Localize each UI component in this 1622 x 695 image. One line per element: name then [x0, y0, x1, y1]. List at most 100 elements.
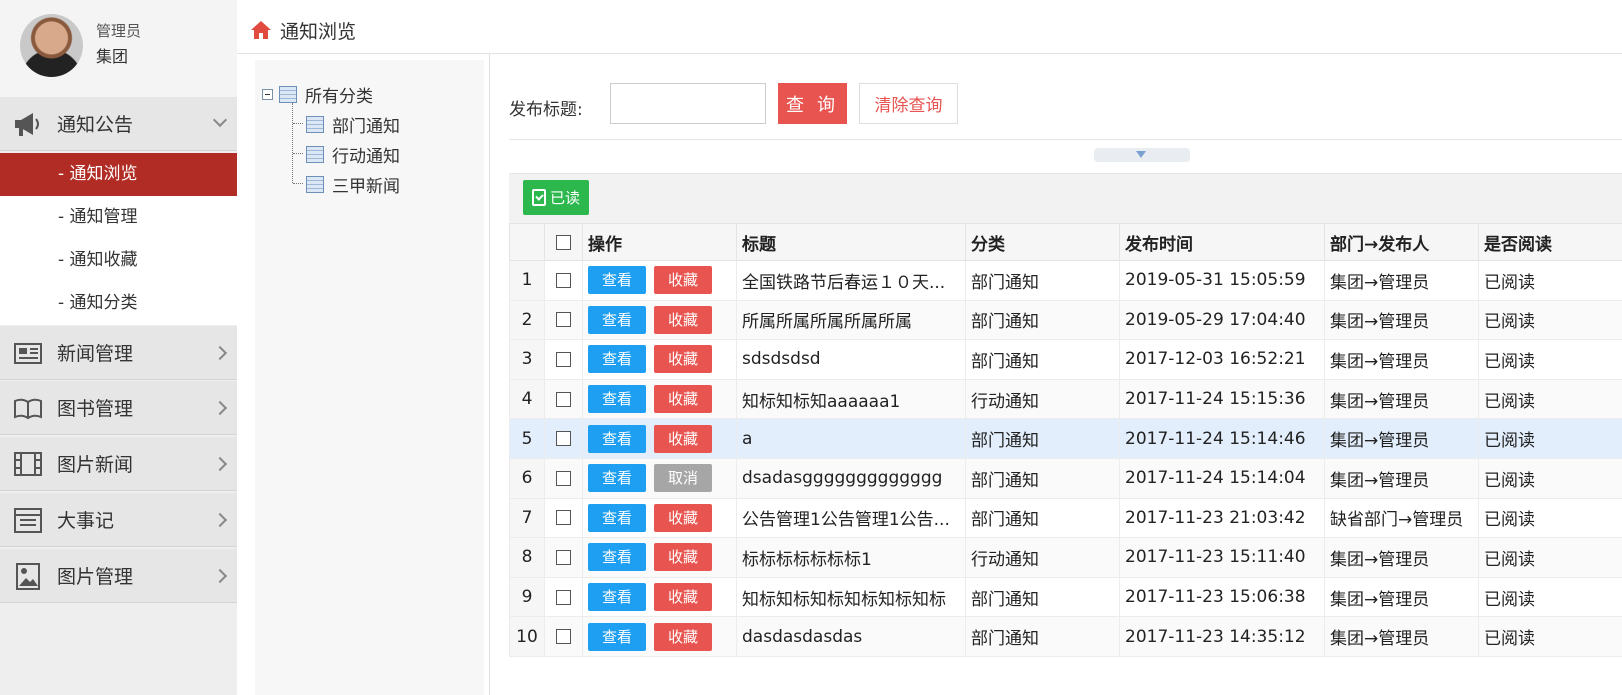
- column-header-actions[interactable]: 操作: [582, 223, 737, 261]
- mark-read-button[interactable]: 已读: [523, 180, 589, 215]
- home-icon: [251, 21, 271, 39]
- row-checkbox[interactable]: [556, 391, 571, 407]
- column-header-category[interactable]: 分类: [965, 223, 1120, 261]
- menu-group-news[interactable]: 新闻管理: [0, 326, 237, 380]
- collapse-icon[interactable]: [262, 89, 273, 100]
- cell-read-status: 已阅读: [1478, 299, 1622, 341]
- cell-time: 2017-11-23 21:03:42: [1119, 497, 1325, 539]
- collapse-handle[interactable]: [1094, 148, 1190, 162]
- cell-category: 部门通知: [965, 616, 1120, 657]
- row-checkbox[interactable]: [556, 589, 571, 605]
- row-checkbox[interactable]: [556, 470, 571, 486]
- favorite-button[interactable]: 收藏: [654, 266, 712, 295]
- menu-item-notice-manage[interactable]: - 通知管理: [0, 196, 237, 239]
- table-row[interactable]: 5 查看 收藏 a 部门通知 2017-11-24 15:14:46 集团→管理员 已阅读: [509, 418, 1622, 459]
- tree-node-action-notice[interactable]: 行动通知: [306, 142, 400, 167]
- cell-read-status: 已阅读: [1478, 260, 1622, 301]
- category-icon: [306, 176, 324, 193]
- favorite-button[interactable]: 收藏: [654, 305, 712, 334]
- column-header-time[interactable]: 发布时间: [1119, 223, 1325, 261]
- view-button[interactable]: 查看: [588, 543, 646, 572]
- row-actions: 查看 收藏: [582, 576, 737, 618]
- select-all-checkbox[interactable]: [556, 234, 571, 250]
- cell-category: 行动通知: [965, 537, 1120, 578]
- view-button[interactable]: 查看: [588, 305, 646, 334]
- cell-title: sdsdsdsd: [736, 339, 966, 380]
- row-checkbox[interactable]: [556, 272, 571, 288]
- menu-group-notice[interactable]: 通知公告: [0, 97, 237, 151]
- column-header-publisher[interactable]: 部门→发布人: [1324, 223, 1479, 261]
- column-header-title[interactable]: 标题: [736, 223, 966, 261]
- select-all-header: [544, 223, 583, 261]
- favorite-button[interactable]: 取消: [654, 464, 712, 493]
- menu-group-images[interactable]: 图片管理: [0, 549, 237, 603]
- row-checkbox[interactable]: [556, 312, 571, 328]
- menu-group-photo-news[interactable]: 图片新闻: [0, 437, 237, 491]
- view-button[interactable]: 查看: [588, 464, 646, 493]
- table-row[interactable]: 4 查看 收藏 知标知标知aaaaaa1 行动通知 2017-11-24 15:15:36…: [509, 378, 1622, 420]
- user-name: 集团: [96, 47, 129, 66]
- row-number: 6: [509, 457, 545, 499]
- cell-title: dasdasdasdas: [736, 616, 966, 657]
- menu-group-label: 新闻管理: [57, 343, 134, 365]
- view-button[interactable]: 查看: [588, 424, 646, 453]
- tree-connector: [292, 103, 293, 183]
- menu-item-notice-favorites[interactable]: - 通知收藏: [0, 239, 237, 282]
- view-button[interactable]: 查看: [588, 385, 646, 414]
- chevron-right-icon: [212, 400, 228, 416]
- tree-node-hospital-news[interactable]: 三甲新闻: [306, 172, 400, 197]
- table-row[interactable]: 7 查看 收藏 公告管理1公告管理1公告... 部门通知 2017-11-23 21:03…: [509, 497, 1622, 539]
- row-actions: 查看 收藏: [582, 260, 737, 301]
- row-checkbox[interactable]: [556, 351, 571, 367]
- favorite-button[interactable]: 收藏: [654, 622, 712, 651]
- cell-category: 部门通知: [965, 418, 1120, 459]
- cell-category: 部门通知: [965, 339, 1120, 380]
- menu-group-label: 大事记: [57, 510, 115, 532]
- tree-node-root[interactable]: 所有分类: [262, 82, 373, 107]
- favorite-button[interactable]: 收藏: [654, 583, 712, 612]
- tree-connector: [293, 183, 303, 184]
- menu-item-notice-browse[interactable]: - 通知浏览: [0, 153, 237, 196]
- row-actions: 查看 取消: [582, 457, 737, 499]
- favorite-button[interactable]: 收藏: [654, 503, 712, 532]
- chevron-right-icon: [212, 456, 228, 472]
- table-row[interactable]: 3 查看 收藏 sdsdsdsd 部门通知 2017-12-03 16:52:21 集团→管…: [509, 339, 1622, 380]
- row-checkbox[interactable]: [556, 431, 571, 447]
- view-button[interactable]: 查看: [588, 622, 646, 651]
- view-button[interactable]: 查看: [588, 266, 646, 295]
- view-button[interactable]: 查看: [588, 503, 646, 532]
- cell-publisher: 集团→管理员: [1324, 576, 1479, 618]
- table-row[interactable]: 9 查看 收藏 知标知标知标知标知标知标 部门通知 2017-11-23 15:06:38…: [509, 576, 1622, 618]
- table-row[interactable]: 1 查看 收藏 全国铁路节后春运１０天... 部门通知 2019-05-31 15:05:…: [509, 260, 1622, 301]
- view-button[interactable]: 查看: [588, 583, 646, 612]
- row-checkbox[interactable]: [556, 629, 571, 645]
- table-row[interactable]: 6 查看 取消 dsadasggggggggggggg 部门通知 2017-11-24 1…: [509, 457, 1622, 499]
- menu-group-events[interactable]: 大事记: [0, 493, 237, 547]
- menu-group-books[interactable]: 图书管理: [0, 381, 237, 435]
- column-header-read-status[interactable]: 是否阅读: [1478, 223, 1622, 261]
- table-row[interactable]: 2 查看 收藏 所属所属所属所属所属 部门通知 2019-05-29 17:04:40 集团…: [509, 299, 1622, 341]
- cell-read-status: 已阅读: [1478, 537, 1622, 578]
- cell-read-status: 已阅读: [1478, 418, 1622, 459]
- title-search-input[interactable]: [610, 83, 766, 124]
- row-checkbox[interactable]: [556, 510, 571, 526]
- favorite-button[interactable]: 收藏: [654, 345, 712, 374]
- favorite-button[interactable]: 收藏: [654, 543, 712, 572]
- category-icon: [279, 86, 297, 103]
- cell-time: 2019-05-31 15:05:59: [1119, 260, 1325, 301]
- row-checkbox[interactable]: [556, 549, 571, 565]
- favorite-button[interactable]: 收藏: [654, 385, 712, 414]
- avatar[interactable]: [20, 14, 83, 77]
- view-button[interactable]: 查看: [588, 345, 646, 374]
- menu-item-notice-category[interactable]: - 通知分类: [0, 282, 237, 325]
- divider: [509, 139, 1622, 140]
- table-row[interactable]: 10 查看 收藏 dasdasdasdas 部门通知 2017-11-23 14:35:1…: [509, 616, 1622, 657]
- tree-node-label: 行动通知: [332, 147, 400, 167]
- clear-query-button[interactable]: 清除查询: [859, 83, 958, 124]
- table-row[interactable]: 8 查看 收藏 标标标标标标标1 行动通知 2017-11-23 15:11:40 集团→管…: [509, 537, 1622, 578]
- favorite-button[interactable]: 收藏: [654, 424, 712, 453]
- query-button[interactable]: 查 询: [778, 83, 847, 124]
- film-icon: [14, 452, 42, 476]
- tree-node-dept-notice[interactable]: 部门通知: [306, 112, 400, 137]
- cell-category: 部门通知: [965, 299, 1120, 341]
